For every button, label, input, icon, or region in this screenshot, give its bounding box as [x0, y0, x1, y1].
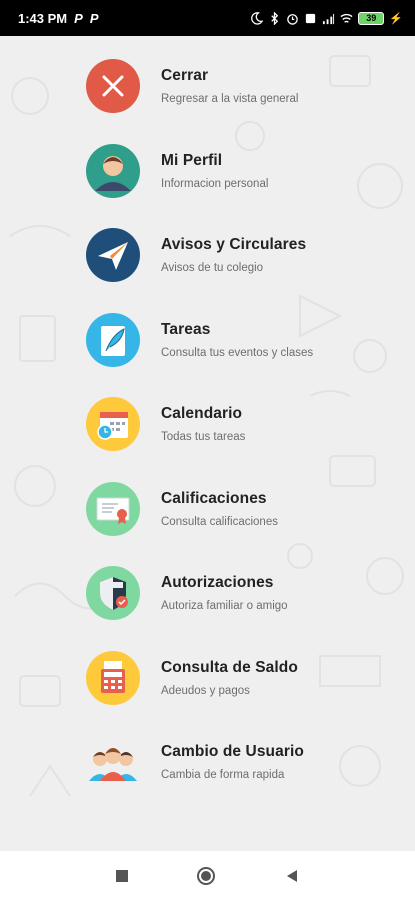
menu-item-tareas[interactable]: Tareas Consulta tus eventos y clases: [86, 310, 386, 370]
alarm-icon: [287, 13, 299, 25]
menu-item-subtitle: Avisos de tu colegio: [161, 262, 264, 274]
square-icon: [116, 870, 128, 882]
paper-plane-icon: [86, 228, 140, 282]
back-button[interactable]: [282, 866, 302, 886]
home-button[interactable]: [196, 866, 216, 886]
menu-item-cerrar[interactable]: Cerrar Regresar a la vista general: [86, 56, 386, 116]
notification-p-icon: P: [89, 10, 99, 26]
menu-item-subtitle: Adeudos y pagos: [161, 685, 250, 697]
menu-item-calendario[interactable]: Calendario Todas tus tareas: [86, 394, 386, 454]
menu-item-subtitle: Consulta tus eventos y clases: [161, 347, 314, 359]
menu-item-title: Consulta de Saldo: [161, 659, 298, 676]
signal-icon: [323, 13, 335, 24]
menu-item-autorizaciones[interactable]: Autorizaciones Autoriza familiar o amigo: [86, 563, 386, 623]
charging-icon: ⚡: [389, 12, 403, 25]
moon-icon: [251, 11, 264, 25]
battery-icon: 39: [358, 11, 385, 25]
menu-item-subtitle: Consulta calificaciones: [161, 516, 278, 528]
menu-item-calificaciones[interactable]: Calificaciones Consulta calificaciones: [86, 479, 386, 539]
status-time: 1:43 PM: [18, 10, 68, 26]
circle-icon: [197, 867, 215, 885]
sim-icon: [306, 13, 316, 23]
shield-icon: [86, 566, 140, 620]
menu-item-subtitle: Regresar a la vista general: [161, 93, 299, 105]
menu-item-avisos[interactable]: Avisos y Circulares Avisos de tu colegio: [86, 225, 386, 285]
bluetooth-icon: [271, 11, 279, 25]
wifi-icon: [340, 13, 353, 23]
menu-item-title: Autorizaciones: [161, 574, 274, 591]
certificate-icon: [86, 482, 140, 536]
users-icon: [86, 735, 140, 789]
menu-item-subtitle: Informacion personal: [161, 178, 269, 190]
menu-item-subtitle: Cambia de forma rapida: [161, 769, 285, 781]
menu-item-subtitle: Todas tus tareas: [161, 431, 246, 443]
calculator-icon: [86, 651, 140, 705]
menu-item-subtitle: Autoriza familiar o amigo: [161, 600, 288, 612]
recents-button[interactable]: [112, 866, 132, 886]
menu-item-title: Cambio de Usuario: [161, 743, 304, 760]
menu-item-title: Calendario: [161, 405, 243, 422]
menu-item-title: Cerrar: [161, 67, 209, 84]
profile-icon: [86, 144, 140, 198]
triangle-back-icon: [287, 870, 297, 882]
status-bar: 1:43 PM P P 39 ⚡: [0, 0, 415, 36]
notification-p-icon: P: [74, 10, 83, 26]
feather-note-icon: [86, 313, 140, 367]
menu-item-cambio-usuario[interactable]: Cambio de Usuario Cambia de forma rapida: [86, 732, 386, 792]
menu-item-title: Avisos y Circulares: [161, 236, 307, 253]
menu-item-title: Calificaciones: [161, 490, 267, 507]
menu-item-title: Mi Perfil: [161, 152, 223, 169]
close-icon: [86, 59, 140, 113]
menu-item-consulta-saldo[interactable]: Consulta de Saldo Adeudos y pagos: [86, 648, 386, 708]
calendar-icon: [86, 397, 140, 451]
menu-item-title: Tareas: [161, 321, 211, 338]
navigation-bar: [0, 851, 415, 900]
menu-item-mi-perfil[interactable]: Mi Perfil Informacion personal: [86, 141, 386, 201]
